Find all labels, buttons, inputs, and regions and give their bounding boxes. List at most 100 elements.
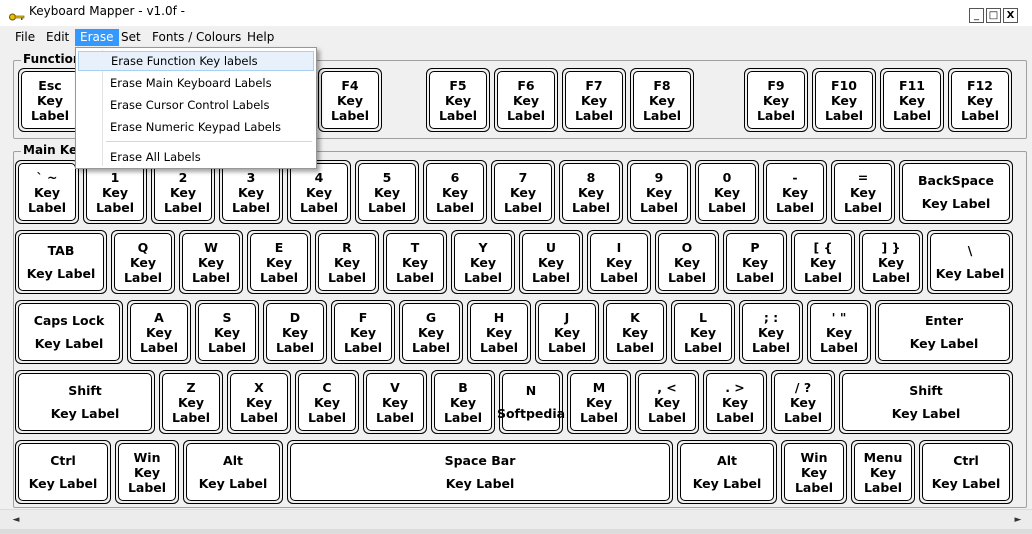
key-e[interactable]: E Key Label xyxy=(247,230,311,294)
key-s[interactable]: S Key Label xyxy=(195,300,259,364)
key-ctrl-7[interactable]: Ctrl Key Label xyxy=(919,440,1013,504)
key-face: F12 Key Label xyxy=(951,71,1009,129)
key-legend: V xyxy=(390,379,400,395)
key-semicolon[interactable]: ; : Key Label xyxy=(739,300,803,364)
key-f12[interactable]: F12 Key Label xyxy=(948,68,1012,132)
key-icon xyxy=(9,7,25,26)
key-v-4[interactable]: V Key Label xyxy=(363,370,427,434)
key-comma-8[interactable]: , < Key Label xyxy=(635,370,699,434)
key-4[interactable]: 4 Key Label xyxy=(287,160,351,224)
key-tab[interactable]: TAB Key Label xyxy=(15,230,107,294)
minimize-button[interactable]: _ xyxy=(969,8,984,23)
key-legend: U xyxy=(545,239,557,255)
key-menu-6[interactable]: Menu Key Label xyxy=(851,440,915,504)
key-label-text: Label xyxy=(438,107,478,123)
key-f[interactable]: F Key Label xyxy=(331,300,395,364)
menu-help[interactable]: Help xyxy=(242,29,279,46)
key-backslash[interactable]: \ Key Label xyxy=(927,230,1013,294)
key-f11[interactable]: F11 Key Label xyxy=(880,68,944,132)
key-legend: P xyxy=(750,239,760,255)
key-quote[interactable]: ' " Key Label xyxy=(807,300,871,364)
key-backspace[interactable]: BackSpace Key Label xyxy=(899,160,1013,224)
menu-set[interactable]: Set xyxy=(116,29,146,46)
key-n-6[interactable]: N Softpedia xyxy=(497,370,565,434)
key-h[interactable]: H Key Label xyxy=(467,300,531,364)
key-shift-11[interactable]: Shift Key Label xyxy=(839,370,1013,434)
key-face: [ {Key Label xyxy=(794,233,852,291)
key-caps[interactable]: Caps Lock Key Label xyxy=(15,300,123,364)
key-t[interactable]: T Key Label xyxy=(383,230,447,294)
key-alt-4[interactable]: Alt Key Label xyxy=(677,440,777,504)
menu-erase-cursor-control-labels[interactable]: Erase Cursor Control Labels xyxy=(78,95,314,115)
key-alt-2[interactable]: Alt Key Label xyxy=(183,440,283,504)
key-f7[interactable]: F7 Key Label xyxy=(562,68,626,132)
key-equals[interactable]: = Key Label xyxy=(831,160,895,224)
key-l[interactable]: L Key Label xyxy=(671,300,735,364)
key-9[interactable]: 9 Key Label xyxy=(627,160,691,224)
key-q[interactable]: Q Key Label xyxy=(111,230,175,294)
key-b-5[interactable]: B Key Label xyxy=(431,370,495,434)
key-backtick[interactable]: ` ~ Key Label xyxy=(15,160,79,224)
key-c-3[interactable]: C Key Label xyxy=(295,370,359,434)
horizontal-scrollbar[interactable]: ◄ ► xyxy=(0,509,1032,530)
key-u[interactable]: U Key Label xyxy=(519,230,583,294)
key-8[interactable]: 8 Key Label xyxy=(559,160,623,224)
key-rbracket[interactable]: ] } Key Label xyxy=(859,230,923,294)
key-f10[interactable]: F10 Key Label xyxy=(812,68,876,132)
key-a[interactable]: A Key Label xyxy=(127,300,191,364)
key-f4[interactable]: F4 Key Label xyxy=(318,68,382,132)
key-z-1[interactable]: Z Key Label xyxy=(159,370,223,434)
key-lbracket[interactable]: [ {Key Label xyxy=(791,230,855,294)
key-g[interactable]: G Key Label xyxy=(399,300,463,364)
key-p[interactable]: P Key Label xyxy=(723,230,787,294)
key-i[interactable]: I Key Label xyxy=(587,230,651,294)
key-j[interactable]: J Key Label xyxy=(535,300,599,364)
key-slash-10[interactable]: / ? Key Label xyxy=(771,370,835,434)
key-label-text: Label xyxy=(463,269,503,285)
key-ctrl-0[interactable]: Ctrl Key Label xyxy=(15,440,111,504)
key-label-text: Label xyxy=(127,479,167,495)
key-space-3[interactable]: Space Bar Key Label xyxy=(287,440,673,504)
key-w[interactable]: W Key Label xyxy=(179,230,243,294)
key-y[interactable]: Y Key Label xyxy=(451,230,515,294)
key-period-9[interactable]: . > Key Label xyxy=(703,370,767,434)
key-x-2[interactable]: X Key Label xyxy=(227,370,291,434)
key-o[interactable]: O Key Label xyxy=(655,230,719,294)
key-f8[interactable]: F8 Key Label xyxy=(630,68,694,132)
key-r[interactable]: R Key Label xyxy=(315,230,379,294)
menu-erase-numeric-keypad-labels[interactable]: Erase Numeric Keypad Labels xyxy=(78,117,314,137)
menu-erase[interactable]: Erase xyxy=(75,29,119,46)
key-legend: F4 xyxy=(341,77,359,93)
menu-edit[interactable]: Edit xyxy=(41,29,74,46)
key-3[interactable]: 3 Key Label xyxy=(219,160,283,224)
key-legend: 3 xyxy=(246,169,256,185)
key-0[interactable]: 0 Key Label xyxy=(695,160,759,224)
menu-file[interactable]: File xyxy=(10,29,40,46)
menu-erase-main-keyboard-labels[interactable]: Erase Main Keyboard Labels xyxy=(78,73,314,93)
key-1[interactable]: 1 Key Label xyxy=(83,160,147,224)
key-k[interactable]: K Key Label xyxy=(603,300,667,364)
scroll-right-icon[interactable]: ► xyxy=(1010,512,1026,528)
maximize-button[interactable]: □ xyxy=(986,8,1001,23)
key-face: P Key Label xyxy=(726,233,784,291)
key-shift-0[interactable]: Shift Key Label xyxy=(15,370,155,434)
key-esc[interactable]: Esc Key Label xyxy=(18,68,82,132)
key-5[interactable]: 5 Key Label xyxy=(355,160,419,224)
key-m-7[interactable]: M Key Label xyxy=(567,370,631,434)
menu-erase-all-labels[interactable]: Erase All Labels xyxy=(78,147,314,167)
key-7[interactable]: 7 Key Label xyxy=(491,160,555,224)
key-f5[interactable]: F5 Key Label xyxy=(426,68,490,132)
key-f6[interactable]: F6 Key Label xyxy=(494,68,558,132)
close-button[interactable]: X xyxy=(1003,8,1018,23)
scroll-left-icon[interactable]: ◄ xyxy=(8,512,24,528)
key-enter[interactable]: Enter Key Label xyxy=(875,300,1013,364)
key-6[interactable]: 6 Key Label xyxy=(423,160,487,224)
key-minus[interactable]: - Key Label xyxy=(763,160,827,224)
menu-fonts-colours[interactable]: Fonts / Colours xyxy=(147,29,246,46)
key-2[interactable]: 2 Key Label xyxy=(151,160,215,224)
menu-erase-function-key-labels[interactable]: Erase Function Key labels xyxy=(78,51,314,71)
key-win-5[interactable]: Win Key Label xyxy=(781,440,847,504)
key-win-1[interactable]: Win Key Label xyxy=(115,440,179,504)
key-f9[interactable]: F9 Key Label xyxy=(744,68,808,132)
key-d[interactable]: D Key Label xyxy=(263,300,327,364)
